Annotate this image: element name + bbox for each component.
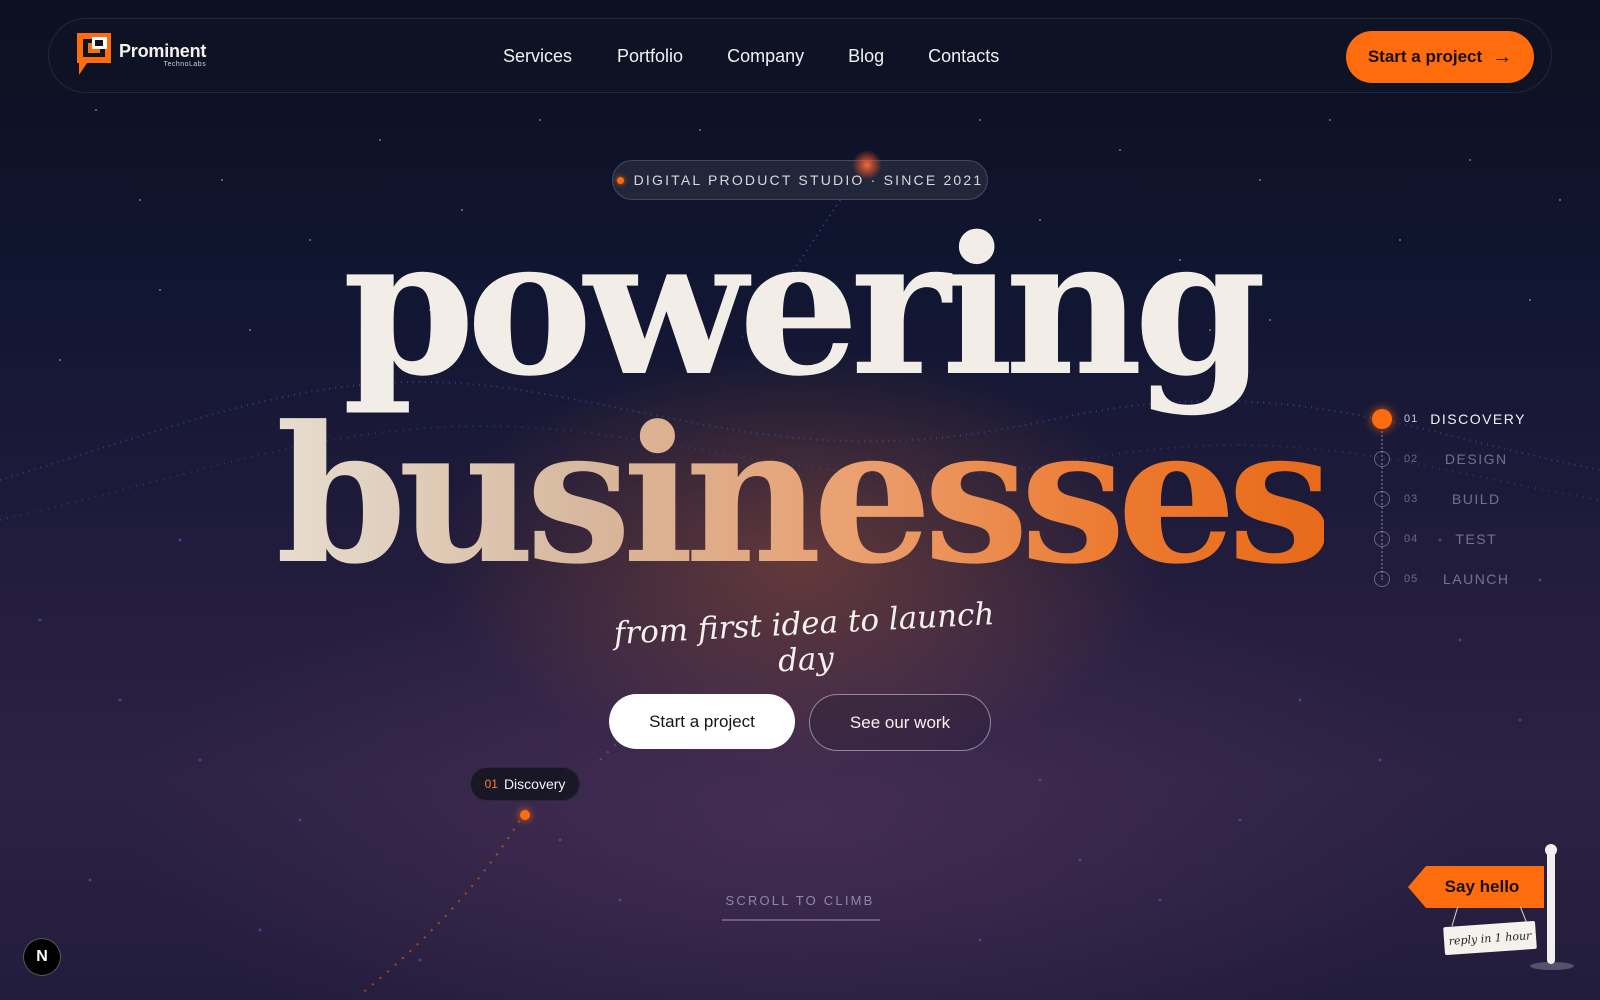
scroll-hint[interactable]: SCROLL TO CLIMB <box>700 893 900 908</box>
step-number: 02 <box>1404 453 1419 465</box>
start-project-button[interactable]: Start a project <box>609 694 795 749</box>
studio-badge-text: DIGITAL PRODUCT STUDIO · SINCE 2021 <box>633 172 984 188</box>
discovery-marker-dot-icon <box>520 810 530 820</box>
nav-link-blog[interactable]: Blog <box>848 46 884 67</box>
step-indicator-icon <box>1374 491 1390 507</box>
brand-subtitle: TechnoLabs <box>163 61 207 68</box>
hero-tagline: from first idea to launch day <box>612 596 996 680</box>
start-project-nav-label: Start a project <box>1367 47 1483 66</box>
top-navbar: Prominent TechnoLabs Services Portfolio … <box>48 18 1552 93</box>
step-label: BUILD <box>1451 491 1501 507</box>
discovery-marker-number: 01 <box>484 777 498 791</box>
discovery-marker-pill[interactable]: 01 Discovery <box>470 767 580 801</box>
step-label: DISCOVERY <box>1430 411 1526 427</box>
headline-line-2: businesses <box>0 402 1600 590</box>
step-discovery[interactable]: 01 DISCOVERY <box>1372 408 1534 430</box>
step-label: DESIGN <box>1444 451 1508 467</box>
nav-link-portfolio[interactable]: Portfolio <box>617 46 683 67</box>
step-indicator-icon <box>1374 531 1390 547</box>
logo-text: Prominent TechnoLabs <box>119 42 206 69</box>
step-number: 03 <box>1404 493 1419 505</box>
say-hello-widget[interactable]: Say hello reply in 1 hour <box>1408 842 1578 972</box>
status-dot-icon <box>616 176 624 184</box>
say-hello-button[interactable]: Say hello <box>1408 866 1544 908</box>
step-number: 05 <box>1404 573 1419 585</box>
discovery-marker-label: Discovery <box>503 776 566 792</box>
main-menu: Services Portfolio Company Blog Contacts <box>503 19 999 94</box>
brand-name: Prominent <box>119 41 207 61</box>
glow-orb <box>852 150 882 180</box>
step-indicator-icon <box>1372 409 1392 429</box>
reply-time-note: reply in 1 hour <box>1443 920 1537 956</box>
step-launch[interactable]: 05 LAUNCH <box>1374 568 1534 590</box>
signpost-pole <box>1547 850 1555 964</box>
signpost-cap <box>1545 844 1557 856</box>
see-our-work-button[interactable]: See our work <box>809 694 991 751</box>
step-number: 01 <box>1404 413 1419 425</box>
step-test[interactable]: 04 TEST <box>1374 528 1534 550</box>
step-number: 04 <box>1404 533 1419 545</box>
nav-link-services[interactable]: Services <box>503 46 572 67</box>
arrow-right-icon: → <box>1492 45 1513 68</box>
dev-tools-badge[interactable]: N <box>23 938 61 976</box>
step-design[interactable]: 02 DESIGN <box>1374 448 1534 470</box>
nav-link-company[interactable]: Company <box>727 46 804 67</box>
headline-line-1: powering <box>342 195 1266 418</box>
step-build[interactable]: 03 BUILD <box>1374 488 1534 510</box>
step-label: TEST <box>1455 531 1498 547</box>
studio-badge: DIGITAL PRODUCT STUDIO · SINCE 2021 <box>612 160 988 200</box>
logo-mark-icon <box>77 33 111 75</box>
step-label: LAUNCH <box>1442 571 1510 587</box>
brand-logo[interactable]: Prominent TechnoLabs <box>77 33 206 77</box>
headline-line-2-text: businesses <box>275 385 1334 606</box>
nav-link-contacts[interactable]: Contacts <box>928 46 999 67</box>
start-project-nav-button[interactable]: Start a project → <box>1346 31 1534 83</box>
step-indicator-icon <box>1374 571 1390 587</box>
step-indicator-icon <box>1374 451 1390 467</box>
scroll-progress-line <box>722 919 880 921</box>
